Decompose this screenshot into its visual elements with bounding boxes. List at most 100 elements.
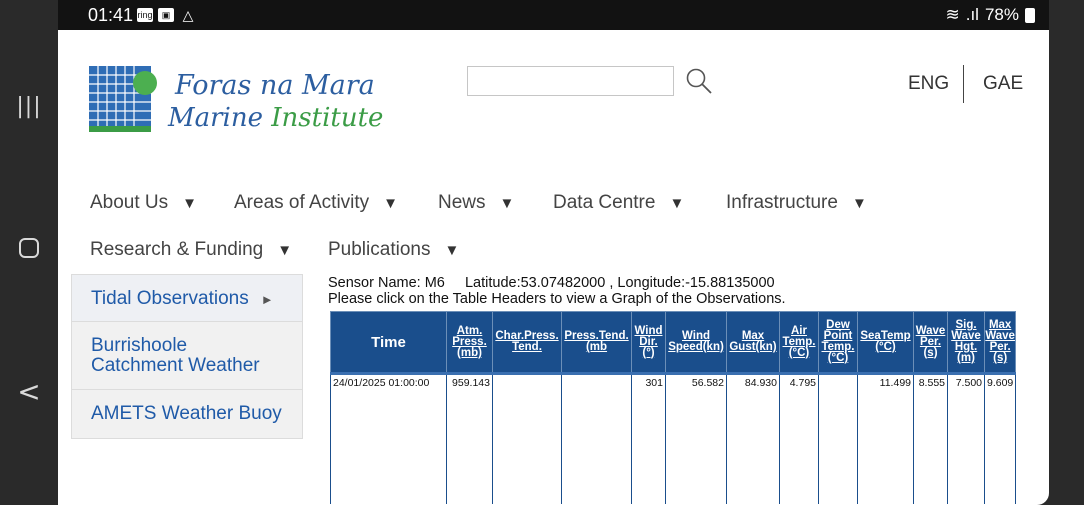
column-header-link[interactable]: Atm. Press. (mb) <box>446 311 493 374</box>
marine-institute-logo[interactable] <box>89 66 157 136</box>
column-header-text: (°) <box>642 346 655 359</box>
column-header-time: Time <box>330 311 447 374</box>
table-cell: 56.582 <box>665 372 727 504</box>
column-header-text: (°C) <box>875 341 896 353</box>
notification-icon: ▣ <box>158 8 174 22</box>
status-right: ≋ .ıl 78% <box>945 5 1035 25</box>
nav-news[interactable]: News ▼ <box>438 192 514 214</box>
nav-infrastructure[interactable]: Infrastructure ▼ <box>726 192 867 214</box>
column-header-text: (m) <box>957 352 975 364</box>
column-header-link[interactable]: Wind Speed(kn) <box>665 311 727 374</box>
dropdown-arrow-icon[interactable]: ▼ <box>277 242 292 259</box>
nav-data-centre[interactable]: Data Centre ▼ <box>553 192 684 214</box>
brand-name-english: Marine Institute <box>168 103 383 133</box>
column-header-link[interactable]: Max Wave Per. (s) <box>983 311 1017 374</box>
table-cell: 959.143 <box>446 372 493 504</box>
column-header-link[interactable]: Press.Tend. (mb <box>561 311 632 374</box>
table-instruction-line: Please click on the Table Headers to vie… <box>328 291 786 307</box>
table-header-row: Time Atm. Press. (mb) Char.Press. Tend. Press.… <box>330 311 1017 374</box>
sidebar-item-label: Tidal Observations <box>91 288 249 309</box>
sidebar-item-amets[interactable]: AMETS Weather Buoy <box>71 390 303 439</box>
column-header-text: (°C) <box>788 346 810 359</box>
column-header-link[interactable]: Wind Dir. (°) <box>631 311 666 374</box>
nav-label: Research & Funding <box>90 239 264 260</box>
web-page: Foras na Mara Marine Institute ENG GAE A… <box>58 30 1049 505</box>
table-cell <box>818 372 858 504</box>
table-row: 24/01/2025 01:00:00 959.143 301 56.582 84.93… <box>330 372 1017 504</box>
table-cell <box>561 372 632 504</box>
status-bar: 01:41 ring ▣ △ ≋ .ıl 78% <box>58 0 1049 30</box>
column-header-link[interactable]: SeaTemp (°C) <box>857 311 914 374</box>
nav-label: Publications <box>328 239 431 260</box>
column-header-text: (s) <box>993 352 1008 364</box>
nav-label: Data Centre <box>553 192 656 213</box>
dropdown-arrow-icon[interactable]: ▼ <box>852 195 867 212</box>
brand-name-irish: Foras na Mara <box>175 70 375 101</box>
column-header-text: (mb) <box>457 346 482 359</box>
table-cell: 7.500 <box>947 372 985 504</box>
recent-apps-icon[interactable]: ||| <box>0 94 58 119</box>
language-gae-link[interactable]: GAE <box>983 73 1023 95</box>
column-header-link[interactable]: Max Gust(kn) <box>726 311 780 374</box>
table-cell: 24/01/2025 01:00:00 <box>330 372 447 504</box>
nav-label: About Us <box>90 192 169 213</box>
sidebar-item-label: AMETS Weather Buoy <box>91 403 282 424</box>
dropdown-arrow-icon[interactable]: ▼ <box>500 195 515 212</box>
sidebar: Tidal Observations ► Burrishoole Catchment… <box>71 274 303 439</box>
column-header-link[interactable]: Dew Point Temp. (°C) <box>818 311 858 374</box>
sidebar-item-label: Burrishoole <box>91 335 188 356</box>
search-icon[interactable] <box>685 67 713 95</box>
observations-table: Time Atm. Press. (mb) Char.Press. Tend. Press.… <box>330 311 1017 504</box>
column-header-text: Speed(kn) <box>668 341 724 353</box>
alert-icon: △ <box>182 7 194 23</box>
column-header-link[interactable]: Air Temp. (°C) <box>779 311 819 374</box>
signal-icon: .ıl <box>965 5 979 24</box>
table-cell: 301 <box>631 372 666 504</box>
android-nav-rail: ||| < <box>0 0 58 505</box>
table-cell: 9.609 <box>983 372 1017 504</box>
search-input[interactable] <box>467 66 674 96</box>
column-header-text: Time <box>371 333 406 351</box>
language-divider <box>963 65 964 103</box>
column-header-link[interactable]: Sig. Wave Hgt. (m) <box>947 311 985 374</box>
nav-areas-of-activity[interactable]: Areas of Activity ▼ <box>234 192 398 214</box>
sensor-name-line: Sensor Name: M6 Latitude:53.07482000 , L… <box>328 275 775 291</box>
dropdown-arrow-icon[interactable]: ▼ <box>383 195 398 212</box>
sensor-info: Sensor Name: M6 Latitude:53.07482000 , L… <box>328 275 786 307</box>
brand-marine: Marine <box>168 103 263 133</box>
column-header-text: (mb <box>585 341 608 353</box>
nav-research-funding[interactable]: Research & Funding ▼ <box>90 239 292 261</box>
column-header-text: Gust(kn) <box>729 341 777 353</box>
brand-institute: Institute <box>271 103 384 133</box>
sidebar-item-tidal-observations[interactable]: Tidal Observations ► <box>71 274 303 322</box>
nav-label: Areas of Activity <box>234 192 370 213</box>
dropdown-arrow-icon[interactable]: ▼ <box>669 195 684 212</box>
battery-level: 78% <box>984 5 1019 24</box>
ring-icon: ring <box>137 8 153 22</box>
nav-label: Infrastructure <box>726 192 838 213</box>
dropdown-arrow-icon[interactable]: ▼ <box>444 242 459 259</box>
nav-about-us[interactable]: About Us ▼ <box>90 192 197 214</box>
column-header-text: Tend. <box>512 341 542 353</box>
column-header-link[interactable]: Char.Press. Tend. <box>492 311 562 374</box>
language-eng-link[interactable]: ENG <box>908 73 949 95</box>
table-cell: 8.555 <box>913 372 948 504</box>
table-cell: 11.499 <box>857 372 914 504</box>
table-cell <box>492 372 562 504</box>
column-header-link[interactable]: Wave Per. (s) <box>913 311 948 374</box>
table-cell: 84.930 <box>726 372 780 504</box>
expand-arrow-icon[interactable]: ► <box>261 292 274 307</box>
battery-icon <box>1025 7 1035 23</box>
nav-label: News <box>438 192 486 213</box>
column-header-text: (°C) <box>827 352 849 364</box>
table-cell: 4.795 <box>779 372 819 504</box>
sidebar-item-burrishoole[interactable]: Burrishoole Catchment Weather <box>71 322 303 390</box>
back-icon[interactable]: < <box>0 375 58 408</box>
column-header-text: (s) <box>923 346 938 359</box>
dropdown-arrow-icon[interactable]: ▼ <box>182 195 197 212</box>
sidebar-item-label: Catchment Weather <box>91 355 260 376</box>
home-icon[interactable] <box>0 238 58 262</box>
status-time: 01:41 <box>88 5 134 25</box>
nav-publications[interactable]: Publications ▼ <box>328 239 459 261</box>
wifi-icon: ≋ <box>945 5 960 24</box>
